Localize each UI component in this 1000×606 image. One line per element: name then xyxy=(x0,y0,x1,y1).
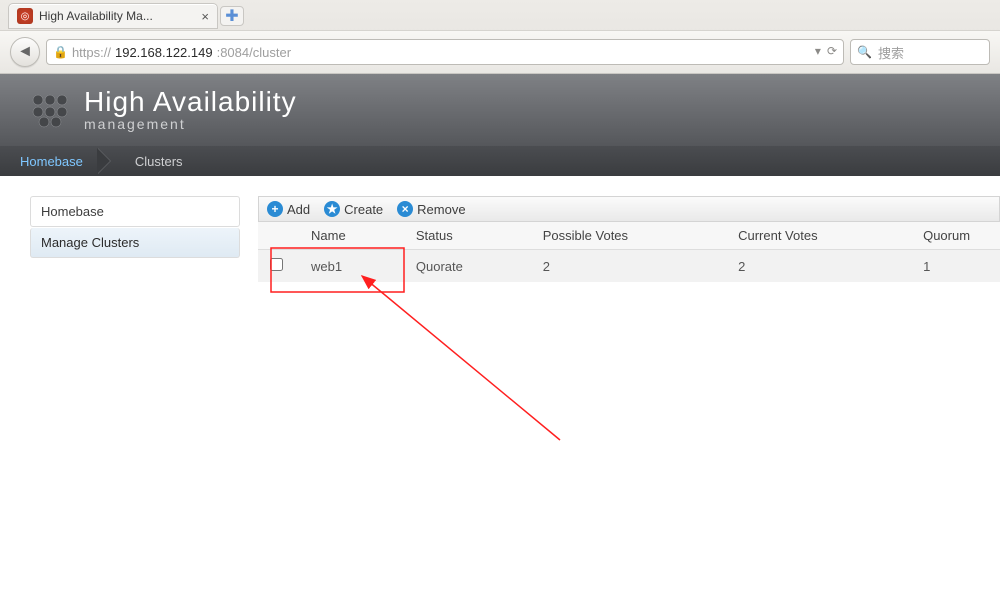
table-row[interactable]: web1 Quorate 2 2 1 xyxy=(258,250,1000,283)
browser-tab[interactable]: ◎ High Availability Ma... × xyxy=(8,3,218,29)
chevron-down-icon[interactable]: ▾ xyxy=(815,44,821,58)
search-input[interactable]: 🔍 捜索 xyxy=(850,39,990,65)
app-title: High Availability xyxy=(84,88,297,116)
lock-icon: 🔒 xyxy=(53,45,68,59)
col-possible-votes[interactable]: Possible Votes xyxy=(531,222,726,250)
col-name[interactable]: Name xyxy=(299,222,404,250)
sidebar-item-manage-clusters[interactable]: Manage Clusters xyxy=(30,228,240,258)
browser-chrome: ◎ High Availability Ma... × ✚ ◄ 🔒 https:… xyxy=(0,0,1000,74)
row-checkbox[interactable] xyxy=(270,258,283,271)
tab-close-icon[interactable]: × xyxy=(201,9,209,24)
star-circle-icon: ★ xyxy=(324,201,340,217)
tab-strip: ◎ High Availability Ma... × ✚ xyxy=(0,0,1000,30)
back-button[interactable]: ◄ xyxy=(10,37,40,67)
button-label: Add xyxy=(287,202,310,217)
reload-icon[interactable]: ⟳ xyxy=(827,44,837,58)
button-label: Remove xyxy=(417,202,465,217)
magnifier-icon: 🔍 xyxy=(857,45,872,59)
create-button[interactable]: ★ Create xyxy=(324,201,383,217)
button-label: Create xyxy=(344,202,383,217)
favicon-icon: ◎ xyxy=(17,8,33,24)
arrow-left-icon: ◄ xyxy=(17,43,33,61)
url-host: 192.168.122.149 xyxy=(115,45,213,60)
plus-circle-icon: + xyxy=(267,201,283,217)
url-protocol: https:// xyxy=(72,45,111,60)
breadcrumb: Homebase Clusters xyxy=(0,146,1000,176)
address-bar[interactable]: 🔒 https:// 192.168.122.149 :8084/cluster… xyxy=(46,39,844,65)
sidebar-item-homebase[interactable]: Homebase xyxy=(30,196,240,227)
col-status[interactable]: Status xyxy=(404,222,531,250)
url-rest: :8084/cluster xyxy=(217,45,291,60)
cluster-table: Name Status Possible Votes Current Votes… xyxy=(258,222,1000,282)
sidebar-item-label: Manage Clusters xyxy=(41,235,139,250)
cell-status: Quorate xyxy=(404,250,531,283)
app-root: High Availability management Homebase Cl… xyxy=(0,74,1000,606)
sidebar-item-label: Homebase xyxy=(41,204,104,219)
app-subtitle: management xyxy=(84,116,297,132)
col-current-votes[interactable]: Current Votes xyxy=(726,222,911,250)
main-area: Homebase Manage Clusters + Add ★ Create … xyxy=(0,176,1000,606)
cell-quorum: 1 xyxy=(911,250,1000,283)
search-placeholder: 捜索 xyxy=(878,43,904,62)
tab-title: High Availability Ma... xyxy=(39,9,195,23)
breadcrumb-sep-icon xyxy=(103,146,115,176)
breadcrumb-current: Clusters xyxy=(115,146,203,176)
plus-icon: ✚ xyxy=(225,6,238,26)
app-header: High Availability management xyxy=(0,74,1000,146)
new-tab-button[interactable]: ✚ xyxy=(220,6,244,26)
cell-name[interactable]: web1 xyxy=(311,259,342,274)
cell-possible-votes: 2 xyxy=(531,250,726,283)
url-bar-row: ◄ 🔒 https:// 192.168.122.149 :8084/clust… xyxy=(0,30,1000,73)
col-quorum[interactable]: Quorum xyxy=(911,222,1000,250)
toolbar: + Add ★ Create × Remove xyxy=(258,196,1000,222)
content: + Add ★ Create × Remove Name Stat xyxy=(258,196,1000,586)
sidebar: Homebase Manage Clusters xyxy=(30,196,240,586)
cell-current-votes: 2 xyxy=(726,250,911,283)
breadcrumb-home[interactable]: Homebase xyxy=(0,146,103,176)
add-button[interactable]: + Add xyxy=(267,201,310,217)
x-circle-icon: × xyxy=(397,201,413,217)
remove-button[interactable]: × Remove xyxy=(397,201,465,217)
app-logo-icon xyxy=(30,92,70,128)
